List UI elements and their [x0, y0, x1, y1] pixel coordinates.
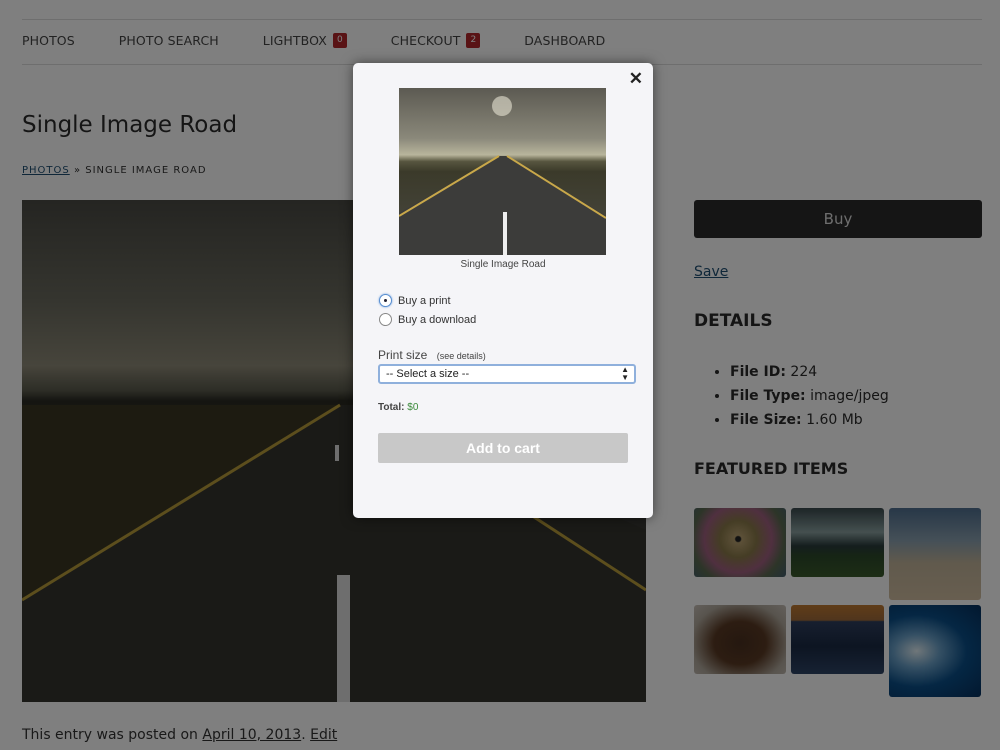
see-details-link[interactable]: (see details): [437, 351, 486, 361]
option-label: Buy a download: [398, 313, 477, 326]
print-size-label: Print size (see details): [378, 348, 486, 362]
select-value: -- Select a size --: [386, 368, 470, 380]
print-size-text: Print size: [378, 348, 428, 362]
close-icon[interactable]: ✕: [629, 69, 643, 89]
add-to-cart-button[interactable]: Add to cart: [378, 433, 628, 463]
road-thumbnail-illustration: [399, 96, 606, 255]
total-value: $0: [407, 402, 419, 413]
option-buy-download[interactable]: Buy a download: [379, 313, 476, 326]
modal-caption: Single Image Road: [460, 259, 546, 270]
modal-road-thumbnail: [399, 88, 606, 255]
radio-buy-print[interactable]: [379, 294, 392, 307]
option-label: Buy a print: [398, 294, 451, 307]
purchase-modal: ✕ Single Image Road Buy a print Buy a do…: [353, 63, 653, 518]
print-size-select[interactable]: -- Select a size -- ▲ ▼: [378, 364, 636, 384]
select-arrows-icon: ▲ ▼: [621, 365, 629, 382]
total: Total: $0: [378, 402, 418, 413]
option-buy-print[interactable]: Buy a print: [379, 294, 451, 307]
radio-buy-download[interactable]: [379, 313, 392, 326]
total-label: Total:: [378, 402, 405, 413]
